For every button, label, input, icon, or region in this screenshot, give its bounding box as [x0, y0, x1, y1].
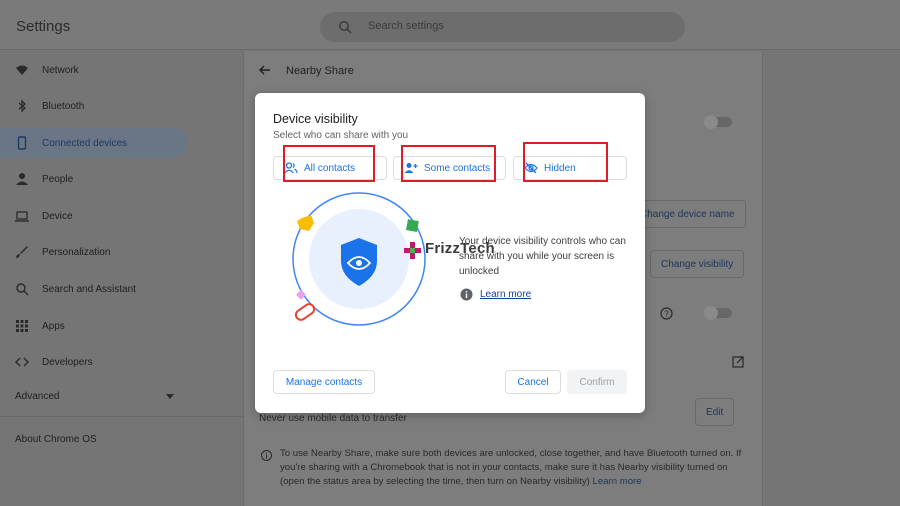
sidebar-item-label: Network	[42, 64, 79, 76]
watermark-text: FrizzTech	[425, 240, 495, 257]
sidebar-item-device[interactable]: Device	[0, 201, 188, 231]
device-visibility-dialog: Device visibility Select who can share w…	[255, 93, 645, 413]
change-device-name-button[interactable]: Change device name	[630, 200, 746, 228]
phone-icon	[17, 136, 27, 150]
sidebar-item-search-assistant[interactable]: Search and Assistant	[0, 274, 188, 304]
code-icon	[15, 357, 29, 367]
brush-icon	[16, 246, 28, 258]
sidebar-item-label: Developers	[42, 356, 93, 368]
watermark-plus-icon	[404, 242, 421, 259]
green-square-shape	[406, 219, 419, 232]
sidebar-item-label: Connected devices	[42, 137, 128, 149]
sidebar-item-label: Device	[42, 210, 73, 222]
subpage-title: Nearby Share	[286, 65, 354, 77]
manage-contacts-button[interactable]: Manage contacts	[273, 370, 375, 394]
confirm-button[interactable]: Confirm	[567, 370, 627, 394]
sidebar-item-label: Bluetooth	[42, 100, 85, 112]
apps-grid-icon	[16, 320, 28, 332]
external-link-icon[interactable]	[732, 356, 744, 368]
sidebar-item-label: People	[42, 173, 74, 185]
svg-text:?: ?	[664, 310, 669, 319]
sidebar-item-network[interactable]: Network	[0, 55, 188, 85]
sidebar-item-developers[interactable]: Developers	[0, 347, 188, 377]
cancel-button[interactable]: Cancel	[505, 370, 561, 394]
pink-diamond-shape	[296, 289, 306, 300]
yellow-hexagon-shape	[297, 215, 314, 231]
nearby-share-toggle[interactable]	[704, 115, 732, 129]
bluetooth-icon	[18, 99, 26, 113]
app-title: Settings	[16, 18, 71, 35]
edit-button[interactable]: Edit	[695, 398, 735, 426]
person-icon	[16, 173, 28, 185]
nearby-info-body: To use Nearby Share, make sure both devi…	[280, 448, 742, 487]
caret-down-icon[interactable]	[166, 394, 174, 400]
help-icon[interactable]: ?	[660, 307, 673, 320]
search-placeholder: Search settings	[368, 20, 444, 32]
wifi-icon	[16, 65, 28, 75]
learn-more-link[interactable]: Learn more	[480, 289, 531, 300]
sidebar-item-label: Apps	[42, 320, 65, 332]
change-visibility-button[interactable]: Change visibility	[650, 250, 745, 278]
sidebar-item-people[interactable]: People	[0, 164, 188, 194]
laptop-icon	[15, 211, 29, 222]
nearby-info-text: To use Nearby Share, make sure both devi…	[280, 447, 750, 489]
nearby-learn-more-link[interactable]: Learn more	[593, 476, 642, 487]
sidebar-item-apps[interactable]: Apps	[0, 311, 188, 341]
sidebar-item-label: Search and Assistant	[42, 283, 136, 295]
back-arrow-icon[interactable]	[259, 64, 271, 76]
sidebar-item-label: Personalization	[42, 246, 111, 258]
data-usage-toggle[interactable]	[704, 306, 732, 320]
sidebar-item-bluetooth[interactable]: Bluetooth	[0, 91, 188, 121]
search-icon	[16, 283, 29, 296]
search-icon	[339, 21, 352, 34]
info-icon	[261, 450, 272, 461]
red-capsule-shape	[294, 303, 316, 321]
sidebar-divider	[0, 416, 243, 417]
sidebar-about[interactable]: About Chrome OS	[15, 434, 97, 445]
sidebar-advanced[interactable]: Advanced	[15, 391, 59, 402]
info-icon	[460, 288, 473, 301]
sidebar-item-personalization[interactable]: Personalization	[0, 237, 188, 267]
sidebar-item-connected-devices[interactable]: Connected devices	[0, 128, 188, 158]
data-usage-text: Never use mobile data to transfer	[259, 413, 407, 424]
